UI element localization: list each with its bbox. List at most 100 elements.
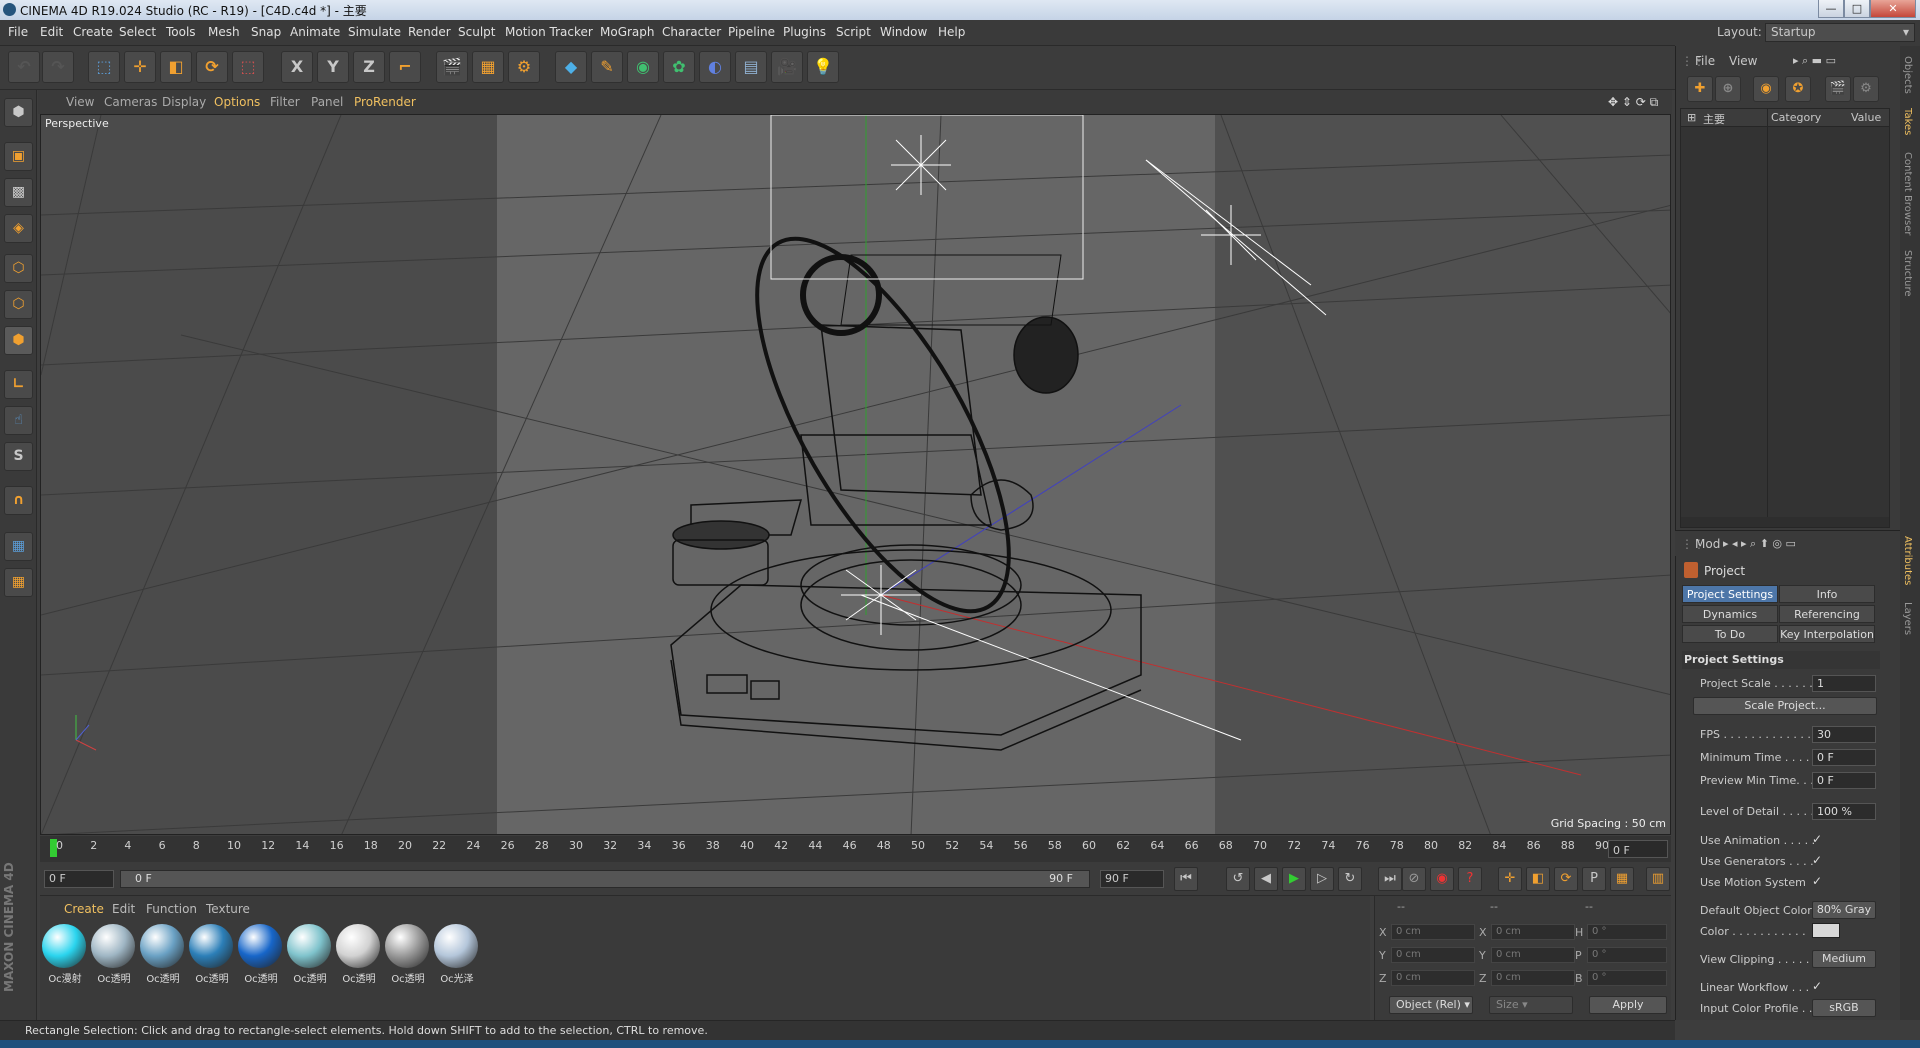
apply-button[interactable]: Apply: [1589, 996, 1667, 1014]
vp-menu-prorender[interactable]: ProRender: [354, 95, 416, 109]
vp-menu-panel[interactable]: Panel: [311, 95, 343, 109]
motion-record-icon[interactable]: ⊘: [1402, 867, 1426, 891]
edges-mode-icon[interactable]: ⬡: [4, 290, 33, 319]
material-item[interactable]: Oc透明: [287, 924, 333, 988]
menu-motion-tracker[interactable]: Motion Tracker: [505, 25, 593, 39]
render-settings-icon[interactable]: ⚙: [508, 51, 540, 83]
go-to-start-icon[interactable]: ⏮: [1174, 867, 1198, 891]
side-tab-attributes[interactable]: Attributes: [1902, 536, 1913, 585]
viewport-nav-icon[interactable]: ✥ ⇕ ⟳ ⧉: [1608, 95, 1658, 110]
position-z-field[interactable]: 0 cm: [1391, 970, 1475, 986]
obj-search-icon[interactable]: ▸ ⌕ ▬ ▭: [1793, 54, 1836, 68]
next-key-icon[interactable]: ↻: [1338, 867, 1362, 891]
menu-select[interactable]: Select: [119, 25, 156, 39]
rotation-b-field[interactable]: 0 °: [1587, 970, 1667, 986]
make-editable-icon[interactable]: ⬢: [4, 98, 33, 127]
recent-tool-icon[interactable]: ⬚: [232, 51, 264, 83]
tab-info[interactable]: Info: [1779, 585, 1875, 603]
model-mode-icon[interactable]: ▣: [4, 142, 33, 171]
viewport[interactable]: Perspective Grid Spacing : 50 cm: [40, 114, 1671, 835]
menu-simulate[interactable]: Simulate: [348, 25, 401, 39]
position-y-field[interactable]: 0 cm: [1391, 947, 1475, 963]
tab-dynamics[interactable]: Dynamics: [1682, 605, 1778, 623]
menu-mograph[interactable]: MoGraph: [600, 25, 655, 39]
menu-render[interactable]: Render: [408, 25, 451, 39]
tab-key-interpolation[interactable]: Key Interpolation: [1779, 625, 1875, 643]
material-item[interactable]: Oc漫射: [42, 924, 88, 988]
side-tab-structure[interactable]: Structure: [1902, 250, 1913, 297]
z-axis-button[interactable]: Z: [353, 51, 385, 83]
mat-menu-function[interactable]: Function: [146, 902, 197, 916]
mat-menu-create[interactable]: Create: [64, 902, 104, 916]
menu-window[interactable]: Window: [880, 25, 927, 39]
deformer-icon[interactable]: ◐: [699, 51, 731, 83]
position-x-field[interactable]: 0 cm: [1391, 924, 1475, 940]
minimize-button[interactable]: —: [1818, 0, 1844, 18]
workplane-lock-icon[interactable]: ▦: [4, 532, 33, 561]
planar-workplane-icon[interactable]: ▦: [4, 568, 33, 597]
previous-frame-icon[interactable]: ◀: [1254, 867, 1278, 891]
mat-menu-edit[interactable]: Edit: [112, 902, 135, 916]
cloner-icon[interactable]: ✿: [663, 51, 695, 83]
horizontal-scrollbar[interactable]: [1681, 517, 1889, 527]
menu-file[interactable]: File: [8, 25, 28, 39]
snap-magnet-icon[interactable]: ∩: [4, 486, 33, 515]
rotation-h-field[interactable]: 0 °: [1587, 924, 1667, 940]
coordinate-mode-dropdown[interactable]: Object (Rel) ▾: [1389, 996, 1473, 1014]
clone-take-icon[interactable]: ⊕: [1715, 76, 1741, 102]
record-key-icon[interactable]: ◉: [1430, 867, 1454, 891]
vp-menu-display[interactable]: Display: [162, 95, 206, 109]
vp-menu-cameras[interactable]: Cameras: [104, 95, 157, 109]
render-view-icon[interactable]: 🎬: [436, 51, 468, 83]
x-axis-button[interactable]: X: [281, 51, 313, 83]
previous-key-icon[interactable]: ↺: [1226, 867, 1250, 891]
maximize-button[interactable]: □: [1844, 0, 1870, 18]
y-axis-button[interactable]: Y: [317, 51, 349, 83]
main-take-label[interactable]: 主要: [1703, 111, 1725, 127]
material-item[interactable]: Oc透明: [336, 924, 382, 988]
size-y-field[interactable]: 0 cm: [1491, 947, 1575, 963]
size-z-field[interactable]: 0 cm: [1491, 970, 1575, 986]
texture-mode-icon[interactable]: ▩: [4, 178, 33, 207]
side-tab-layers[interactable]: Layers: [1902, 602, 1913, 635]
material-item[interactable]: Oc透明: [238, 924, 284, 988]
color-swatch[interactable]: [1812, 923, 1840, 938]
material-item[interactable]: Oc光泽: [434, 924, 480, 988]
tab-referencing[interactable]: Referencing: [1779, 605, 1875, 623]
view-clipping-dropdown[interactable]: Medium: [1812, 950, 1876, 968]
pen-icon[interactable]: ✎: [591, 51, 623, 83]
take-render-icon[interactable]: 🎬: [1825, 76, 1851, 102]
default-color-dropdown[interactable]: 80% Gray: [1812, 901, 1876, 919]
scale-project-button[interactable]: Scale Project...: [1693, 697, 1877, 715]
next-frame-icon[interactable]: ▷: [1310, 867, 1334, 891]
key-pla-icon[interactable]: ▦: [1610, 867, 1634, 891]
key-parameter-icon[interactable]: P: [1582, 867, 1606, 891]
mat-menu-texture[interactable]: Texture: [206, 902, 250, 916]
redo-icon[interactable]: ↷: [42, 51, 74, 83]
floor-icon[interactable]: ▤: [735, 51, 767, 83]
tab-to-do[interactable]: To Do: [1682, 625, 1778, 643]
preview-range-slider[interactable]: 0 F 90 F: [120, 870, 1090, 888]
vp-menu-view[interactable]: View: [66, 95, 94, 109]
coordinate-system-icon[interactable]: ⌐: [389, 51, 421, 83]
material-item[interactable]: Oc透明: [385, 924, 431, 988]
menu-tools[interactable]: Tools: [166, 25, 196, 39]
menu-snap[interactable]: Snap: [251, 25, 281, 39]
tweak-mode-icon[interactable]: ☝: [4, 406, 33, 435]
end-frame-field[interactable]: 90 F: [1100, 870, 1164, 888]
menu-plugins[interactable]: Plugins: [783, 25, 826, 39]
go-to-end-icon[interactable]: ⏭: [1378, 867, 1402, 891]
menu-sculpt[interactable]: Sculpt: [458, 25, 495, 39]
close-button[interactable]: ✕: [1870, 0, 1916, 18]
menu-create[interactable]: Create: [73, 25, 113, 39]
lock-overrides-icon[interactable]: ⚙: [1853, 76, 1879, 102]
min-time-field[interactable]: 0 F: [1812, 749, 1876, 766]
use-motion-checkbox[interactable]: ✓: [1812, 874, 1822, 888]
menu-mesh[interactable]: Mesh: [208, 25, 240, 39]
start-frame-field[interactable]: 0 F: [44, 870, 114, 888]
workplane-icon[interactable]: ◈: [4, 214, 33, 243]
linear-workflow-checkbox[interactable]: ✓: [1812, 979, 1822, 993]
render-picture-viewer-icon[interactable]: ▦: [472, 51, 504, 83]
points-mode-icon[interactable]: ⬡: [4, 254, 33, 283]
objects-list[interactable]: ⊞ 主要 Category Value: [1680, 108, 1890, 528]
